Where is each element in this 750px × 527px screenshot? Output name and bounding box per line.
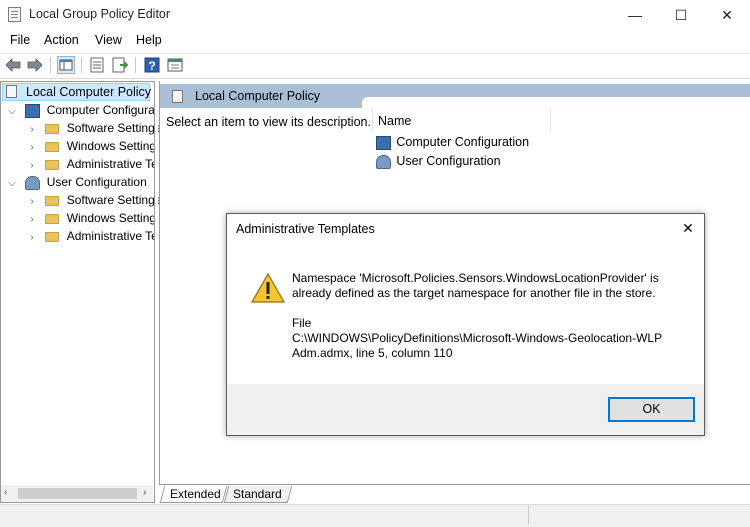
user-icon <box>376 154 391 169</box>
status-separator <box>528 506 529 524</box>
list-item-label: Computer Configuration <box>396 135 530 149</box>
list-item-label: User Configuration <box>396 154 501 168</box>
chevron-down-icon[interactable]: ⌵ <box>6 175 18 193</box>
tree-user-config-label: User Configuration <box>46 175 147 189</box>
status-bar <box>0 504 750 527</box>
policy-doc-icon <box>172 90 183 103</box>
tree-item-computer-administrative-templates[interactable]: › Administrative Te <box>26 155 158 173</box>
tree-item-computer-configuration[interactable]: ⌵ Computer Configura <box>6 101 156 119</box>
policy-doc-icon <box>6 85 17 98</box>
folder-icon <box>45 123 60 134</box>
tree-border <box>154 81 155 503</box>
toolbar-separator <box>50 57 51 73</box>
forward-arrow-icon[interactable] <box>26 56 44 74</box>
scroll-left-icon[interactable]: ‹ <box>4 487 7 498</box>
window-title: Local Group Policy Editor <box>29 7 171 21</box>
column-divider <box>550 108 551 132</box>
warning-icon <box>250 272 286 303</box>
folder-icon <box>45 231 60 242</box>
tree-label: Administrative Te <box>66 229 158 243</box>
dialog-message-line-2: already defined as the target namespace … <box>292 286 656 300</box>
menu-file[interactable]: File <box>10 33 30 47</box>
back-arrow-icon[interactable] <box>4 56 22 74</box>
export-list-icon[interactable] <box>111 56 129 74</box>
tree-label: Administrative Te <box>66 157 158 171</box>
toolbar-separator <box>81 57 82 73</box>
column-header-name[interactable]: Name <box>378 114 411 128</box>
description-text: Select an item to view its description. <box>166 115 371 129</box>
menu-view[interactable]: View <box>95 33 122 47</box>
extended-view-icon[interactable] <box>166 56 184 74</box>
help-icon[interactable]: ? <box>143 56 161 74</box>
list-item-user-configuration[interactable]: User Configuration <box>376 154 501 169</box>
menu-help[interactable]: Help <box>136 33 162 47</box>
policy-editor-app-icon <box>8 7 21 22</box>
column-divider <box>372 108 373 132</box>
maximize-button[interactable]: ☐ <box>658 0 704 30</box>
close-window-button[interactable]: ✕ <box>704 0 750 30</box>
dialog-file-path-line-1: C:\WINDOWS\PolicyDefinitions\Microsoft-W… <box>292 331 663 345</box>
properties-icon[interactable] <box>88 56 106 74</box>
ok-button[interactable]: OK <box>608 397 695 422</box>
user-icon <box>25 175 41 190</box>
tree-label: Windows Setting <box>66 211 157 225</box>
folder-icon <box>45 213 60 224</box>
tree-item-computer-software-settings[interactable]: › Software Settings <box>26 119 160 137</box>
menu-action[interactable]: Action <box>44 33 79 47</box>
tree-label: Software Settings <box>66 193 161 207</box>
toolbar-separator <box>135 57 136 73</box>
list-item-computer-configuration[interactable]: Computer Configuration <box>376 135 529 150</box>
tree-item-user-configuration[interactable]: ⌵ User Configuration <box>6 173 156 191</box>
details-header-tab-cutout <box>362 97 750 111</box>
tree-item-user-windows-settings[interactable]: › Windows Setting <box>26 209 156 227</box>
folder-icon <box>45 195 60 206</box>
tree-scroll-thumb[interactable] <box>18 488 137 499</box>
chevron-down-icon[interactable]: ⌵ <box>6 103 18 121</box>
tree-item-computer-windows-settings[interactable]: › Windows Setting <box>26 137 156 155</box>
tree-label: Software Settings <box>66 121 161 135</box>
details-header-title: Local Computer Policy <box>195 89 321 103</box>
tree-item-user-administrative-templates[interactable]: › Administrative Te <box>26 227 158 247</box>
tab-extended[interactable]: Extended <box>170 487 221 501</box>
chevron-right-icon[interactable]: › <box>26 229 38 247</box>
scroll-right-icon[interactable]: › <box>143 487 146 498</box>
tree-root-label: Local Computer Policy <box>26 85 152 99</box>
folder-icon <box>45 141 60 152</box>
tree-computer-config-label: Computer Configura <box>46 103 155 117</box>
minimize-button[interactable]: — <box>612 0 658 30</box>
dialog-title: Administrative Templates <box>236 222 375 236</box>
dialog-close-button[interactable]: ✕ <box>678 218 698 238</box>
computer-icon <box>25 103 41 118</box>
tab-standard[interactable]: Standard <box>233 487 282 501</box>
show-tree-icon[interactable] <box>57 56 75 74</box>
dialog-file-label: File <box>292 316 312 330</box>
computer-icon <box>376 135 391 150</box>
folder-icon <box>45 159 60 170</box>
svg-text:?: ? <box>148 59 155 73</box>
tree-label: Windows Setting <box>66 139 157 153</box>
dialog-message-line-1: Namespace 'Microsoft.Policies.Sensors.Wi… <box>292 271 659 285</box>
tree-item-user-software-settings[interactable]: › Software Settings <box>26 191 160 209</box>
dialog-file-path-line-2: Adm.admx, line 5, column 110 <box>292 346 453 360</box>
